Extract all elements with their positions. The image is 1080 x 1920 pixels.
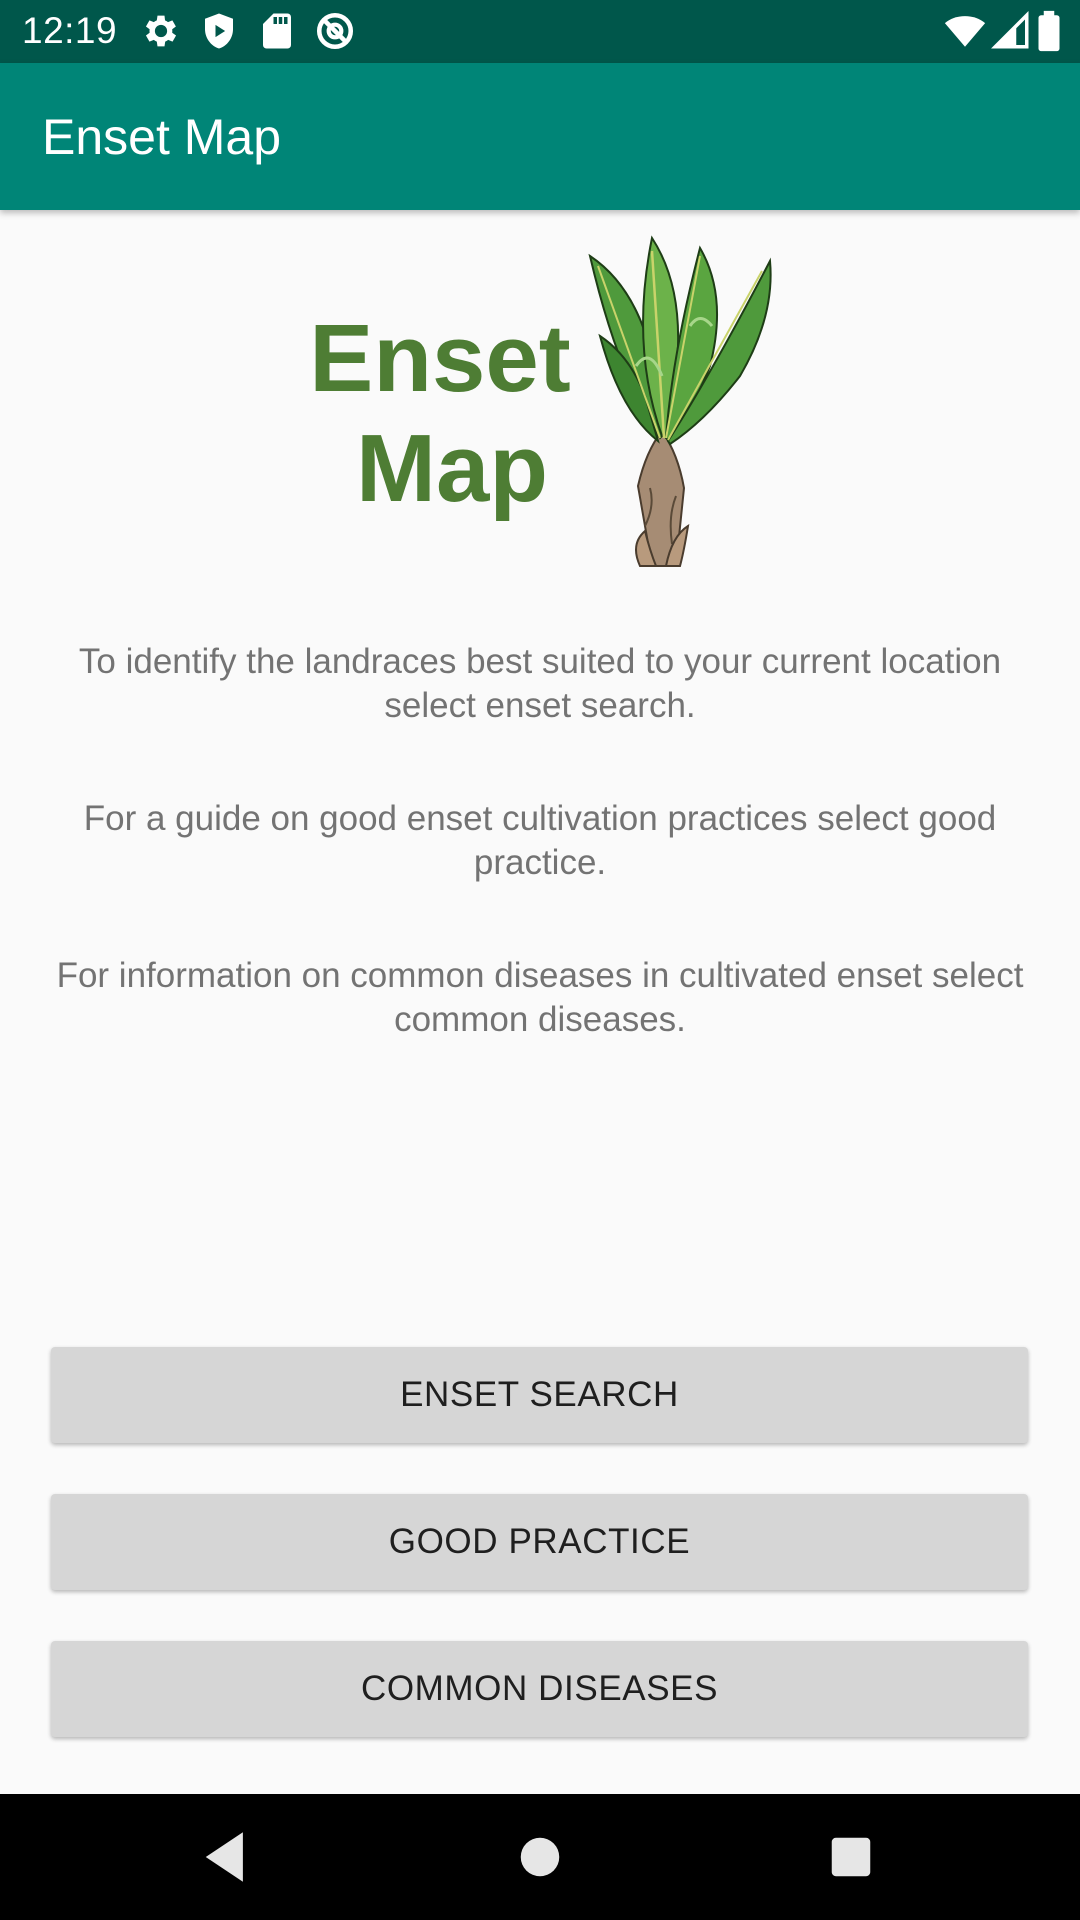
- home-icon[interactable]: [507, 1824, 573, 1890]
- gear-icon: [140, 10, 182, 52]
- signal-icon: [990, 10, 1032, 52]
- good-practice-description: For a guide on good enset cultivation pr…: [83, 799, 997, 882]
- app-title: Enset Map: [42, 109, 282, 165]
- navigation-bar: [0, 1794, 1080, 1920]
- battery-icon: [1036, 10, 1062, 52]
- enset-map-logo: Enset Map: [300, 226, 780, 576]
- logo-line-1: Enset: [309, 305, 570, 412]
- common-diseases-button[interactable]: COMMON DISEASES: [51, 1641, 1028, 1737]
- status-time: 12:19: [22, 10, 118, 51]
- no-location-icon: [314, 10, 356, 52]
- logo-line-2: Map: [356, 415, 548, 522]
- wifi-icon: [942, 10, 988, 52]
- app-bar: Enset Map: [0, 63, 1080, 210]
- status-bar: 12:19: [0, 0, 1080, 63]
- enset-search-description: To identify the landraces best suited to…: [78, 642, 1002, 725]
- recents-icon[interactable]: [818, 1824, 884, 1890]
- common-diseases-description: For information on common diseases in cu…: [56, 956, 1024, 1039]
- enset-plant-illustration: [588, 235, 772, 567]
- shield-icon: [198, 10, 240, 52]
- good-practice-button[interactable]: GOOD PRACTICE: [51, 1494, 1028, 1590]
- back-icon[interactable]: [192, 1824, 258, 1890]
- sd-card-icon: [256, 10, 298, 52]
- enset-search-button[interactable]: ENSET SEARCH: [51, 1347, 1028, 1443]
